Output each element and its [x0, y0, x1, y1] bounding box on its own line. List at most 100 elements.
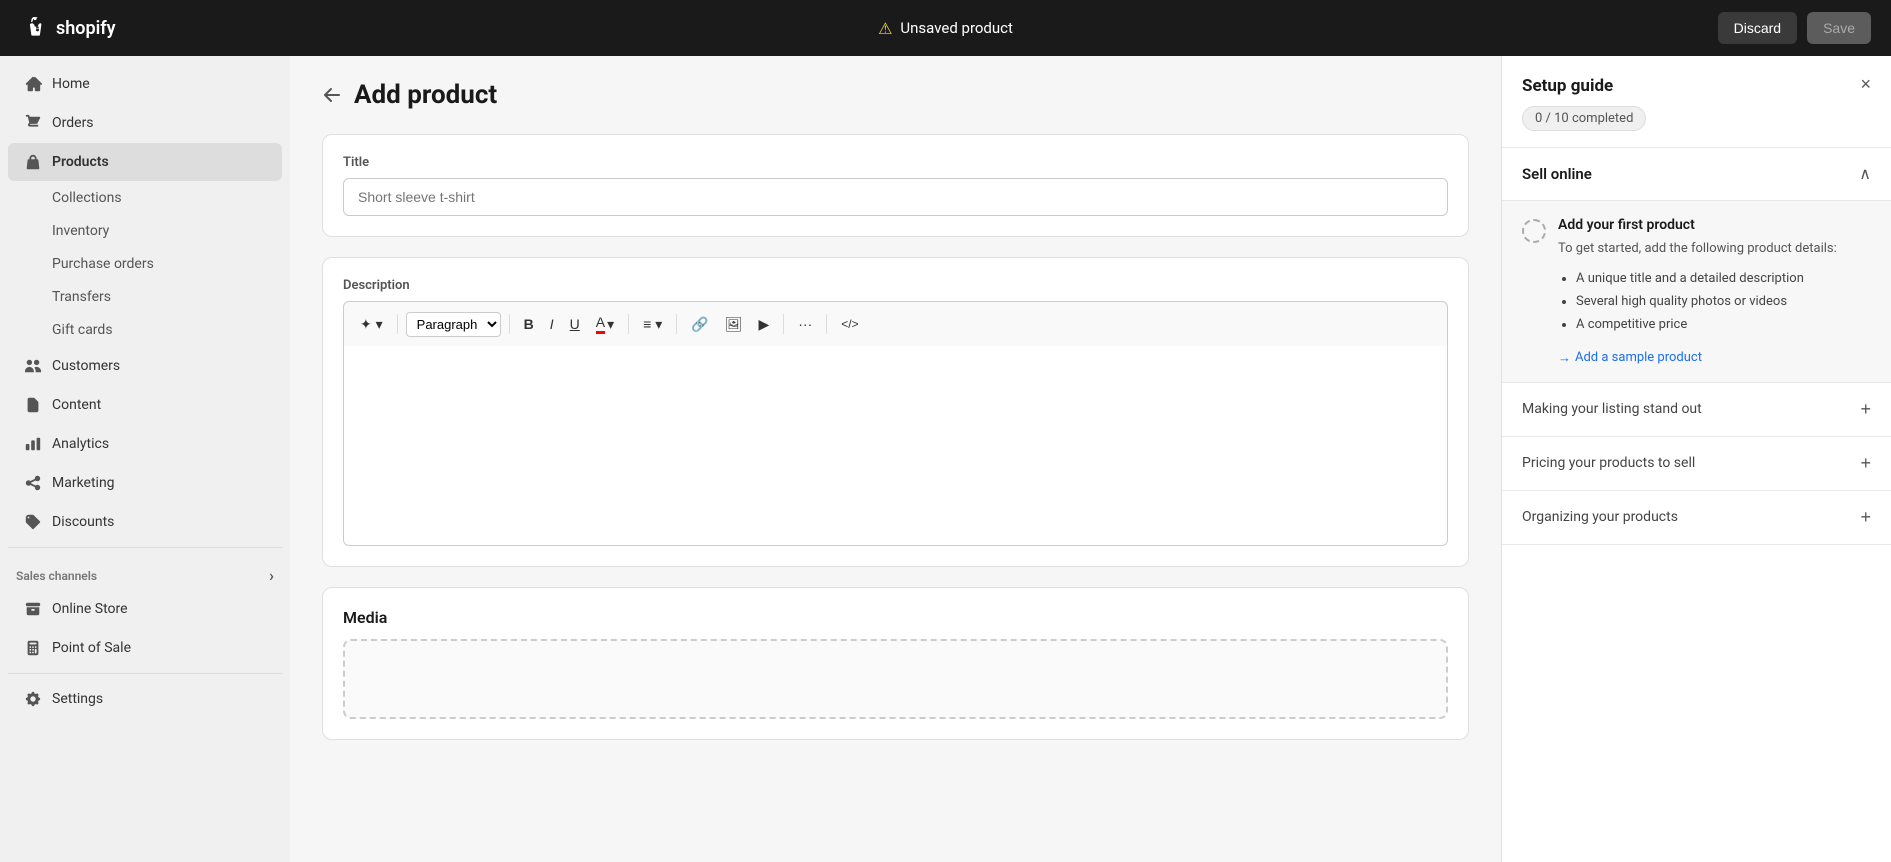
- setup-section-title: Sell online: [1522, 165, 1592, 183]
- toolbar-divider-1: [397, 314, 398, 334]
- sidebar-item-pos[interactable]: Point of Sale: [8, 629, 282, 667]
- media-dropzone[interactable]: [343, 639, 1448, 719]
- back-arrow-icon: [322, 85, 342, 105]
- title-card: Title: [322, 134, 1469, 237]
- toolbar-italic-btn[interactable]: I: [544, 312, 560, 336]
- setup-section-header[interactable]: Sell online ∧: [1502, 148, 1891, 201]
- settings-icon: [24, 690, 42, 708]
- sidebar-item-customers[interactable]: Customers: [8, 347, 282, 385]
- sidebar-item-analytics[interactable]: Analytics: [8, 425, 282, 463]
- setup-collapsed-step-2[interactable]: Pricing your products to sell +: [1502, 437, 1891, 491]
- sales-channels-section: Sales channels ›: [0, 554, 290, 589]
- editor-toolbar: ✦ ▾ Paragraph B I U A ▾ ≡ ▾ 🔗 🖼 ▶ ···: [343, 301, 1448, 346]
- products-icon: [24, 153, 42, 171]
- title-label: Title: [343, 155, 1448, 170]
- toolbar-divider-5: [783, 314, 784, 334]
- sidebar-item-orders-label: Orders: [52, 115, 94, 131]
- toolbar-sparkle-btn[interactable]: ✦ ▾: [354, 312, 389, 337]
- topbar-title-area: ⚠ Unsaved product: [878, 19, 1013, 38]
- topbar: shopify ⚠ Unsaved product Discard Save: [0, 0, 1891, 56]
- description-label: Description: [343, 278, 1448, 293]
- save-button[interactable]: Save: [1807, 12, 1871, 44]
- warning-icon: ⚠: [878, 19, 892, 38]
- section-collapse-button[interactable]: ∧: [1859, 164, 1871, 184]
- sidebar-item-transfers[interactable]: Transfers: [8, 281, 282, 313]
- collapsed-step-1-expand-btn[interactable]: +: [1860, 399, 1871, 420]
- logo-text: shopify: [56, 18, 116, 39]
- toolbar-more-btn[interactable]: ···: [792, 312, 818, 336]
- collections-label: Collections: [52, 190, 122, 206]
- discounts-icon: [24, 513, 42, 531]
- toolbar-video-btn[interactable]: ▶: [752, 312, 775, 337]
- setup-progress-badge: 0 / 10 completed: [1522, 106, 1646, 131]
- sidebar-item-inventory[interactable]: Inventory: [8, 215, 282, 247]
- sidebar-item-purchase-orders[interactable]: Purchase orders: [8, 248, 282, 280]
- sidebar-item-analytics-label: Analytics: [52, 436, 109, 452]
- title-input[interactable]: [343, 178, 1448, 216]
- transfers-label: Transfers: [52, 289, 111, 305]
- sidebar-item-online-store[interactable]: Online Store: [8, 590, 282, 628]
- sample-product-link[interactable]: → Add a sample product: [1558, 350, 1702, 366]
- setup-step-row: Add your first product To get started, a…: [1522, 217, 1871, 366]
- marketing-icon: [24, 474, 42, 492]
- setup-close-button[interactable]: ×: [1860, 74, 1871, 95]
- sidebar-item-products[interactable]: Products: [8, 143, 282, 181]
- media-card: Media: [322, 587, 1469, 740]
- setup-active-step: Add your first product To get started, a…: [1502, 201, 1891, 383]
- content-icon: [24, 396, 42, 414]
- setup-collapsed-step-3[interactable]: Organizing your products +: [1502, 491, 1891, 545]
- setup-step-checklist: A unique title and a detailed descriptio…: [1558, 267, 1871, 337]
- setup-collapsed-step-1[interactable]: Making your listing stand out +: [1502, 383, 1891, 437]
- setup-step-content: Add your first product To get started, a…: [1558, 217, 1871, 366]
- sidebar-item-orders[interactable]: Orders: [8, 104, 282, 142]
- pos-icon: [24, 639, 42, 657]
- customers-icon: [24, 357, 42, 375]
- sidebar-divider-2: [8, 673, 282, 674]
- paragraph-select[interactable]: Paragraph: [406, 312, 501, 337]
- topbar-title-text: Unsaved product: [900, 19, 1013, 37]
- toolbar-code-btn[interactable]: </>: [835, 313, 864, 335]
- logo: shopify: [20, 14, 116, 42]
- toolbar-link-btn[interactable]: 🔗: [685, 312, 714, 337]
- page-header: Add product: [322, 80, 1469, 110]
- sidebar-item-home-label: Home: [52, 76, 90, 92]
- sidebar: Home Orders Products Collections Invento…: [0, 56, 290, 862]
- checklist-item-1: A unique title and a detailed descriptio…: [1576, 267, 1871, 290]
- toolbar-bold-btn[interactable]: B: [518, 312, 540, 336]
- sidebar-item-settings-label: Settings: [52, 691, 103, 707]
- sidebar-item-marketing[interactable]: Marketing: [8, 464, 282, 502]
- toolbar-divider-2: [509, 314, 510, 334]
- discard-button[interactable]: Discard: [1718, 12, 1797, 44]
- toolbar-divider-3: [628, 314, 629, 334]
- sidebar-item-home[interactable]: Home: [8, 65, 282, 103]
- toolbar-align-btn[interactable]: ≡ ▾: [637, 312, 668, 337]
- back-button[interactable]: [322, 85, 342, 105]
- toolbar-divider-6: [826, 314, 827, 334]
- sidebar-item-products-label: Products: [52, 154, 109, 170]
- sidebar-divider-1: [8, 547, 282, 548]
- sales-channels-label: Sales channels: [16, 569, 97, 583]
- sidebar-item-content[interactable]: Content: [8, 386, 282, 424]
- orders-icon: [24, 114, 42, 132]
- collapsed-step-3-label: Organizing your products: [1522, 509, 1678, 525]
- gift-cards-label: Gift cards: [52, 322, 113, 338]
- sidebar-item-collections[interactable]: Collections: [8, 182, 282, 214]
- sidebar-item-customers-label: Customers: [52, 358, 120, 374]
- toolbar-image-btn[interactable]: 🖼: [719, 312, 749, 337]
- toolbar-color-btn[interactable]: A ▾: [590, 310, 620, 338]
- collapsed-step-2-expand-btn[interactable]: +: [1860, 453, 1871, 474]
- link-arrow-icon: →: [1558, 350, 1571, 366]
- sidebar-item-discounts[interactable]: Discounts: [8, 503, 282, 541]
- sidebar-item-gift-cards[interactable]: Gift cards: [8, 314, 282, 346]
- sidebar-item-settings[interactable]: Settings: [8, 680, 282, 718]
- sidebar-item-marketing-label: Marketing: [52, 475, 115, 491]
- sidebar-item-online-store-label: Online Store: [52, 601, 128, 617]
- topbar-actions: Discard Save: [1718, 12, 1871, 44]
- checklist-item-2: Several high quality photos or videos: [1576, 290, 1871, 313]
- toolbar-underline-btn[interactable]: U: [564, 312, 586, 336]
- sales-channels-expand-icon: ›: [269, 566, 274, 585]
- description-editor-body[interactable]: [343, 346, 1448, 546]
- description-card: Description ✦ ▾ Paragraph B I U A ▾ ≡ ▾ …: [322, 257, 1469, 567]
- setup-header: × Setup guide 0 / 10 completed: [1502, 56, 1891, 148]
- collapsed-step-3-expand-btn[interactable]: +: [1860, 507, 1871, 528]
